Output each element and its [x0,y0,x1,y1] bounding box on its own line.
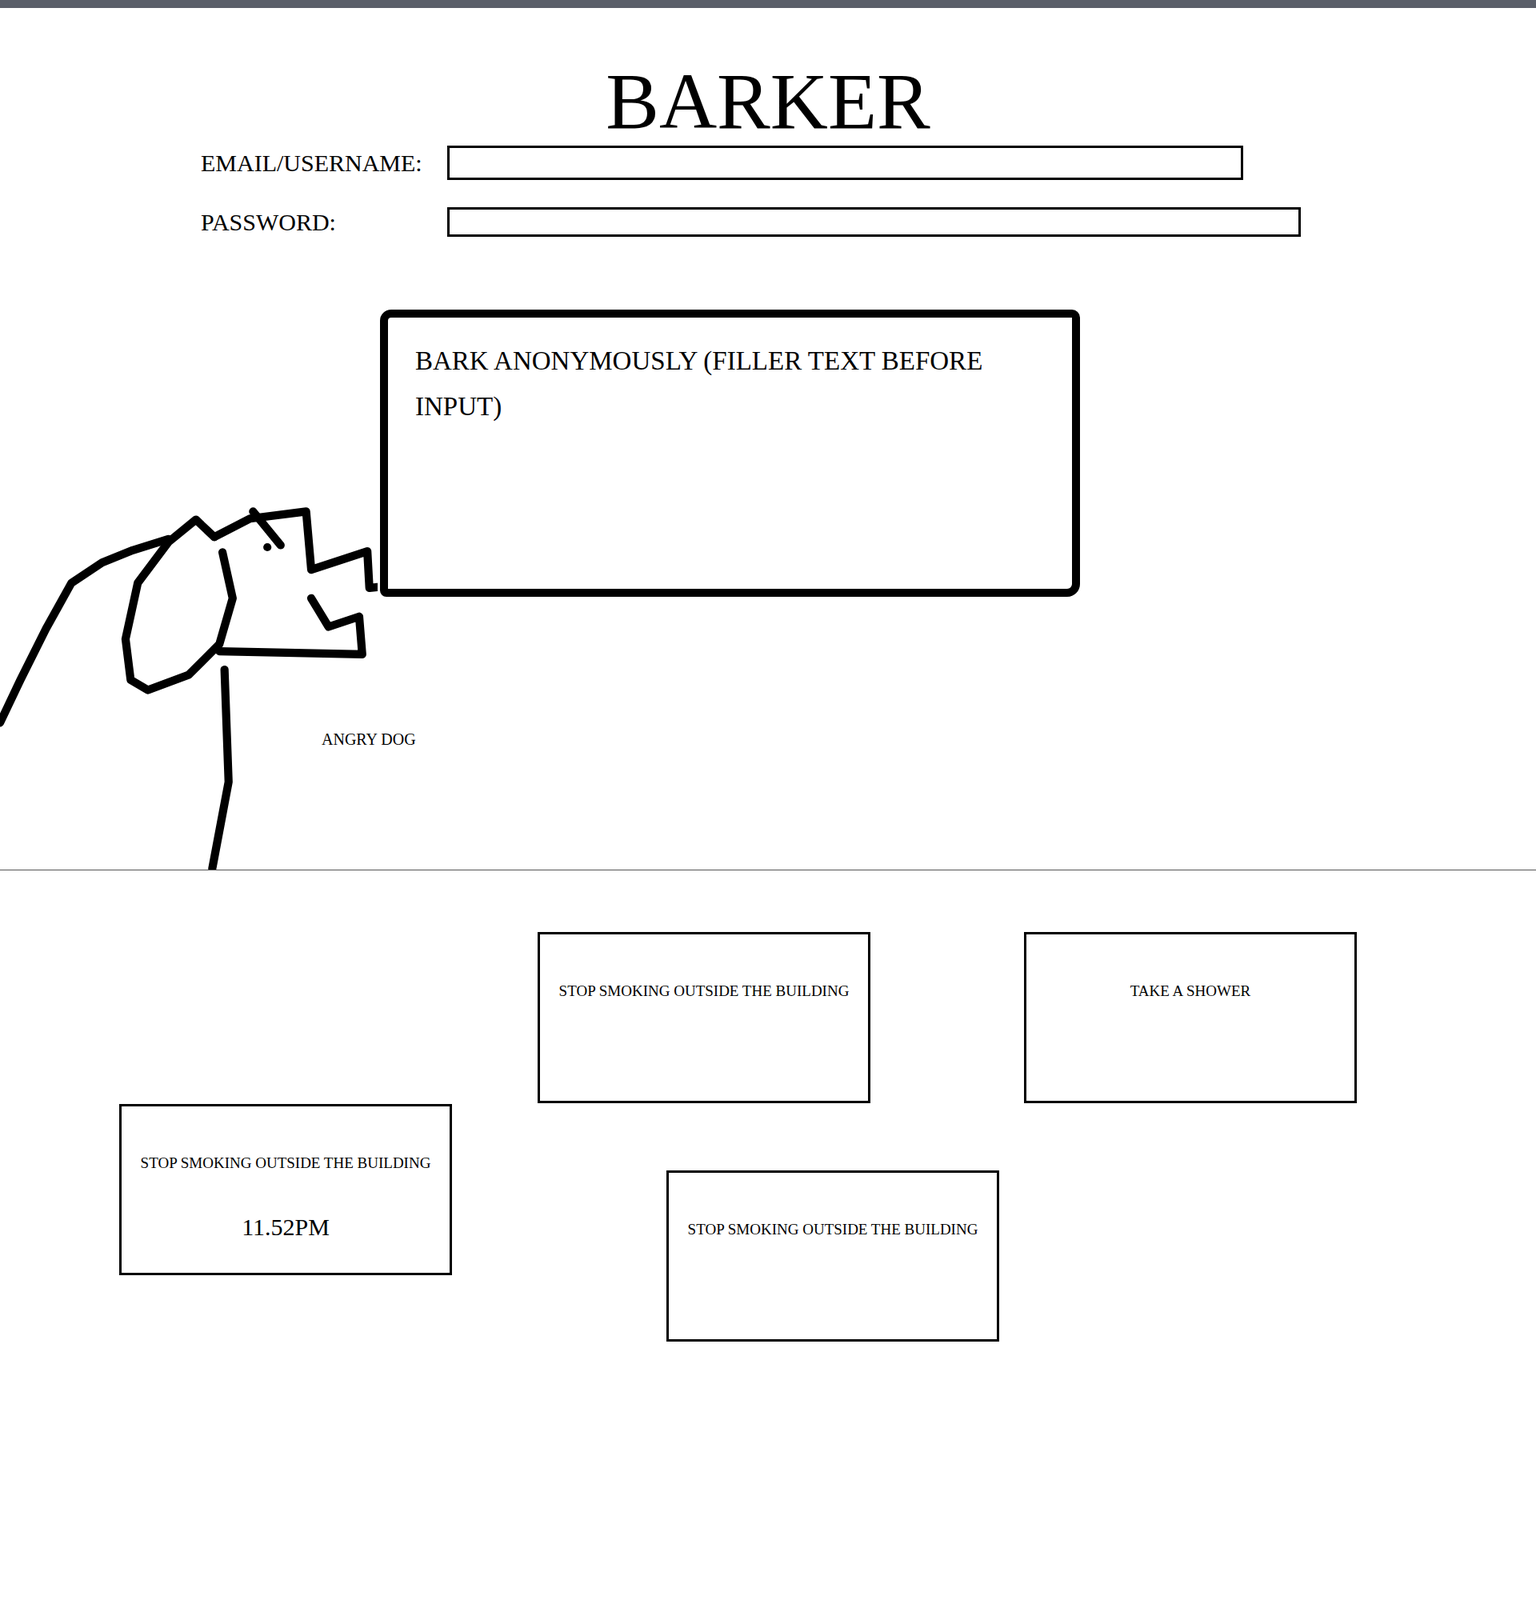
dog-eye [263,543,272,552]
bark-board: STOP SMOKING OUTSIDE THE BUILDING TAKE A … [0,870,1536,1591]
bark-text: STOP SMOKING OUTSIDE THE BUILDING [140,1154,432,1173]
bark-card: STOP SMOKING OUTSIDE THE BUILDING [666,1170,1000,1342]
password-input[interactable] [447,207,1301,237]
dog-head [214,511,378,588]
field-label: PASSWORD: [200,208,448,237]
bark-text: STOP SMOKING OUTSIDE THE BUILDING [688,1220,979,1240]
bark-text: TAKE A SHOWER [1130,982,1251,1001]
dog-jaw [219,598,363,655]
login-form: EMAIL/USERNAME: PASSWORD: [0,145,1536,237]
dog-caption: ANGRY DOG [321,730,416,749]
dog-leg [212,669,228,869]
top-bar [0,0,1536,8]
bark-section: ANGRY DOG [0,236,1536,871]
bark-time: 11.52PM [241,1212,330,1242]
bark-text: STOP SMOKING OUTSIDE THE BUILDING [559,982,850,1001]
username-input[interactable] [447,145,1244,180]
dog-ear [125,520,233,691]
site-title: BARKER [0,61,1536,142]
dog-figure: ANGRY DOG [0,506,424,870]
bark-input[interactable] [380,309,1080,597]
bark-card: STOP SMOKING OUTSIDE THE BUILDING 11.52PM [119,1104,452,1276]
angry-dog-drawing [0,506,378,870]
dog-brow [252,511,280,545]
bark-card: STOP SMOKING OUTSIDE THE BUILDING [537,932,871,1104]
bark-card: TAKE A SHOWER [1024,932,1357,1104]
dog-back [0,539,168,724]
field-label: EMAIL/USERNAME: [200,148,448,178]
barker-page: BARKER EMAIL/USERNAME: PASSWORD: ANGRY DOG S… [0,0,1536,1600]
